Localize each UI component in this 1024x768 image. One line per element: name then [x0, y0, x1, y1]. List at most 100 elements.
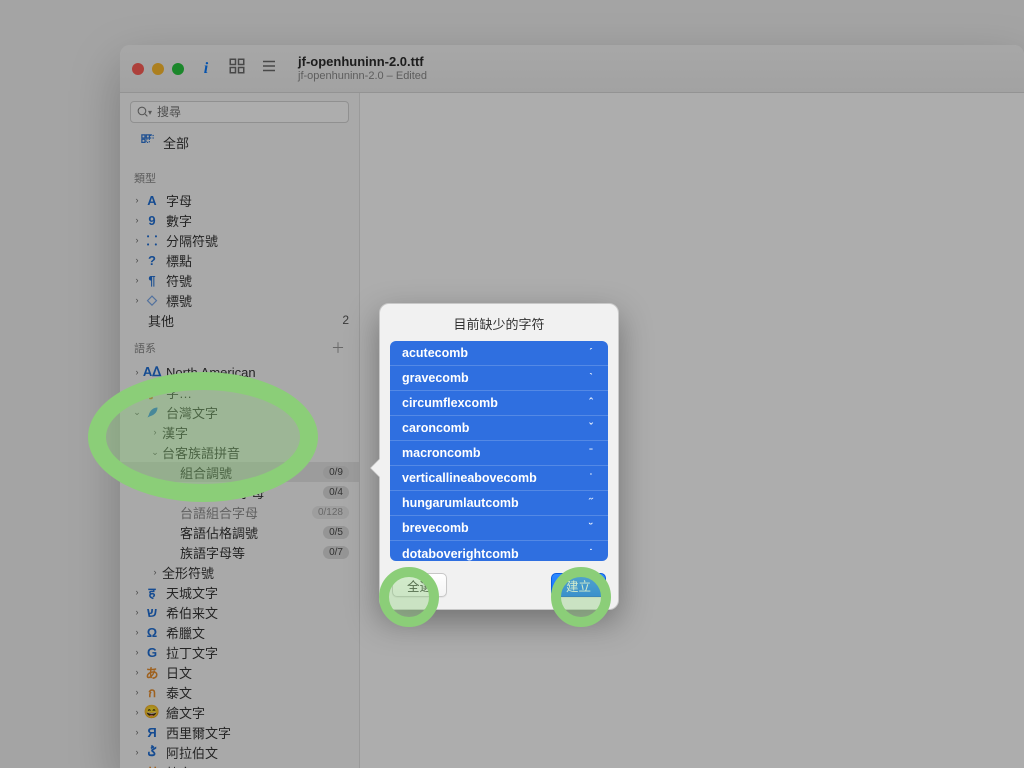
- close-window-button[interactable]: [132, 63, 144, 75]
- sidebar-lang-item[interactable]: ›G 拉丁文字: [120, 642, 359, 662]
- glyph-list-item[interactable]: circumflexcombˆ: [390, 391, 608, 416]
- sidebar-item-label: 組合調號: [180, 463, 319, 482]
- missing-glyphs-popover: 目前缺少的字符 acutecombˊgravecombˋcircumflexco…: [379, 303, 619, 610]
- sidebar-lang-item[interactable]: ›Я西里爾文字: [120, 722, 359, 742]
- sidebar-item-label: 全形符號: [162, 563, 349, 582]
- sidebar-item-label: 數字: [166, 211, 349, 230]
- sidebar-type-item[interactable]: ›◇標號: [120, 290, 359, 310]
- sidebar-lang-item[interactable]: ›ก泰文: [120, 682, 359, 702]
- glyph-preview-icon: ˊ: [584, 347, 598, 359]
- sidebar-lang-item[interactable]: ›Ω希臘文: [120, 622, 359, 642]
- sidebar-lang-item[interactable]: 台語組合字母0/128: [120, 502, 359, 522]
- section-header-type: 類型: [120, 162, 359, 190]
- sidebar-item-label: 拉丁文字: [166, 643, 349, 662]
- sidebar-item-other[interactable]: 其他 2: [120, 310, 359, 330]
- chevron-right-icon: ›: [132, 295, 142, 305]
- sidebar-lang-item[interactable]: ›ݣ阿拉伯文: [120, 742, 359, 762]
- sidebar: ▾ 全部 類型 ›A字母›9數字›⸬分隔符號 ›? 標點›¶符號›◇標號 其他 2: [120, 93, 360, 768]
- sidebar-lang-item[interactable]: ⌄台客族語拼音: [120, 442, 359, 462]
- sidebar-item-all[interactable]: 全部: [120, 127, 359, 162]
- sidebar-lang-item[interactable]: ›ह天城文字: [120, 582, 359, 602]
- glyph-name: macroncomb: [402, 446, 481, 460]
- sidebar-item-label: 希臘文: [166, 623, 349, 642]
- sidebar-type-item[interactable]: ›9數字: [120, 210, 359, 230]
- sidebar-type-item[interactable]: ›A字母: [120, 190, 359, 210]
- minimize-window-button[interactable]: [152, 63, 164, 75]
- sidebar-item-label: 天城文字: [166, 583, 349, 602]
- sidebar-lang-item[interactable]: ⌄ 台灣文字: [120, 402, 359, 422]
- count-badge: 0/5: [323, 526, 349, 539]
- disclosure-arrow-icon: ⌄: [150, 447, 160, 458]
- disclosure-arrow-icon: ›: [132, 647, 142, 657]
- glyph-preview-icon: ˘: [584, 522, 598, 534]
- disclosure-arrow-icon: ›: [132, 707, 142, 717]
- sidebar-lang-item[interactable]: ›あ日文: [120, 662, 359, 682]
- glyph-list-item[interactable]: gravecombˋ: [390, 366, 608, 391]
- sidebar-item-label: 標點: [166, 251, 349, 270]
- chevron-right-icon: ›: [132, 255, 142, 265]
- sidebar-lang-item[interactable]: ›漢字: [120, 422, 359, 442]
- sidebar-item-label: 全部: [163, 133, 189, 152]
- sidebar-lang-item[interactable]: ›AᐃNorth American: [120, 362, 359, 382]
- sidebar-item-label: 字母: [166, 191, 349, 210]
- zoom-window-button[interactable]: [172, 63, 184, 75]
- script-glyph-icon: G: [144, 645, 160, 660]
- glyph-name: brevecomb: [402, 521, 469, 535]
- disclosure-arrow-icon: ›: [132, 607, 142, 617]
- count-badge: 0/128: [312, 506, 349, 519]
- script-glyph-icon: Aᐃ: [144, 364, 160, 380]
- glyph-name: dotaboverightcomb: [402, 547, 519, 561]
- glyph-list-item[interactable]: brevecomb ˘: [390, 516, 608, 541]
- glyph-list-item[interactable]: acutecombˊ: [390, 341, 608, 366]
- glyph-preview-icon: ˈ: [584, 472, 598, 484]
- window-controls: [132, 63, 184, 75]
- sidebar-lang-item[interactable]: ›한韓文: [120, 762, 359, 768]
- count-badge: 0/7: [323, 546, 349, 559]
- select-all-button[interactable]: 全選: [392, 573, 447, 597]
- sidebar-type-item[interactable]: ›¶符號: [120, 270, 359, 290]
- script-glyph-icon: あ: [144, 663, 160, 682]
- disclosure-arrow-icon: ›: [132, 747, 142, 757]
- sidebar-item-label: 台客族語拼音: [162, 443, 349, 462]
- sidebar-lang-item[interactable]: ›ש希伯来文: [120, 602, 359, 622]
- disclosure-arrow-icon: ›: [132, 687, 142, 697]
- disclosure-arrow-icon: ⌄: [132, 407, 142, 418]
- type-glyph-icon: ◇: [144, 292, 160, 308]
- sidebar-lang-item[interactable]: 台語 POJ 字母0/4: [120, 482, 359, 502]
- glyph-name: caroncomb: [402, 421, 469, 435]
- info-icon[interactable]: i: [198, 60, 214, 78]
- grid-view-icon[interactable]: [228, 57, 246, 80]
- add-language-button[interactable]: ＋: [331, 338, 345, 358]
- glyph-list-item[interactable]: dotaboverightcomb˙: [390, 541, 608, 561]
- glyph-list-item[interactable]: caroncombˇ: [390, 416, 608, 441]
- type-glyph-icon: ?: [144, 253, 160, 268]
- sidebar-lang-item[interactable]: ›字字…: [120, 382, 359, 402]
- search-field[interactable]: ▾: [130, 101, 349, 123]
- sidebar-type-item[interactable]: ›⸬分隔符號: [120, 230, 359, 250]
- sidebar-item-label: 台灣文字: [166, 403, 349, 422]
- missing-glyphs-list[interactable]: acutecombˊgravecombˋcircumflexcombˆcaron…: [390, 341, 608, 561]
- script-glyph-icon: ह: [144, 583, 160, 601]
- chevron-right-icon: ›: [132, 195, 142, 205]
- sidebar-item-label: 客語佔格調號: [180, 523, 319, 542]
- search-input[interactable]: [130, 101, 349, 123]
- sidebar-item-label: 阿拉伯文: [166, 743, 349, 762]
- script-glyph-icon: Я: [144, 725, 160, 740]
- glyph-preview-icon: ˝: [584, 497, 598, 509]
- window-subtitle: jf-openhuninn-2.0 – Edited: [298, 70, 427, 83]
- chevron-down-icon: ▾: [148, 108, 152, 117]
- list-view-icon[interactable]: [260, 57, 278, 80]
- sidebar-type-item[interactable]: ›? 標點: [120, 250, 359, 270]
- sidebar-lang-item[interactable]: ›😄繪文字: [120, 702, 359, 722]
- glyph-list-item[interactable]: macroncombˉ: [390, 441, 608, 466]
- create-button[interactable]: 建立: [551, 573, 606, 597]
- sidebar-lang-item[interactable]: 組合調號0/9: [120, 462, 359, 482]
- sidebar-lang-item[interactable]: 族語字母等0/7: [120, 542, 359, 562]
- glyph-list-item[interactable]: hungarumlautcomb˝: [390, 491, 608, 516]
- sidebar-lang-item[interactable]: ›全形符號: [120, 562, 359, 582]
- feather-icon: [144, 405, 160, 420]
- type-glyph-icon: ¶: [144, 273, 160, 288]
- popover-caret: [371, 459, 380, 477]
- sidebar-lang-item[interactable]: 客語佔格調號 0/5: [120, 522, 359, 542]
- glyph-list-item[interactable]: verticallineabovecombˈ: [390, 466, 608, 491]
